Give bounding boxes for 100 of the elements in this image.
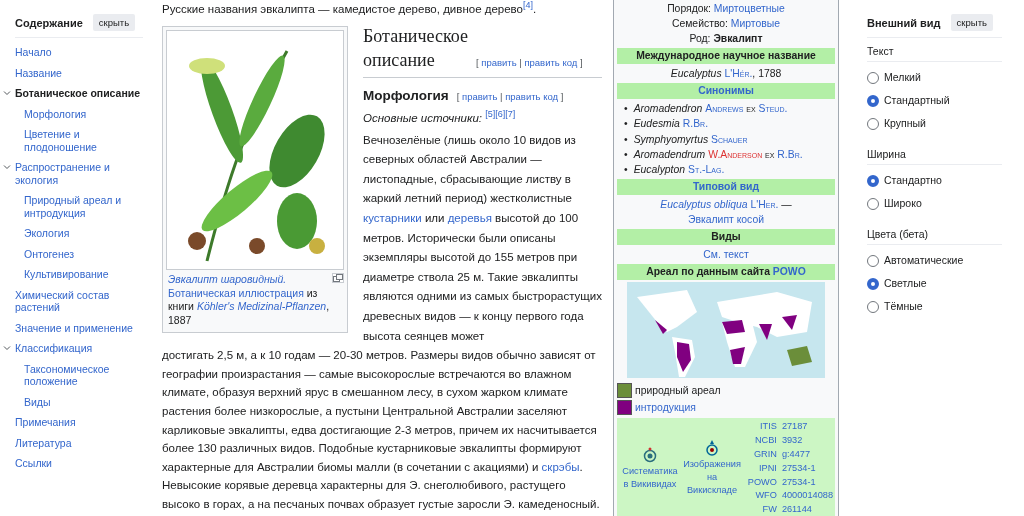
toc-item[interactable]: Онтогенез <box>24 243 143 264</box>
group-label: Текст <box>867 38 1002 62</box>
toc-item[interactable]: Литература <box>15 432 143 453</box>
option-label[interactable]: Широко <box>884 196 922 211</box>
edit-link[interactable]: править <box>462 91 498 102</box>
radio-button[interactable] <box>867 71 879 84</box>
chevron-icon[interactable] <box>3 163 11 171</box>
database-id-link[interactable]: 27534-1 <box>781 475 833 490</box>
author-link[interactable]: Steud. <box>758 103 788 114</box>
option-label[interactable]: Светлые <box>884 276 927 291</box>
chevron-icon[interactable] <box>3 89 11 97</box>
option-label[interactable]: Мелкий <box>884 70 921 85</box>
genus-name: Aromadendron <box>633 103 703 114</box>
radio-button[interactable] <box>867 117 879 130</box>
project-link[interactable]: Изображения на Викискладе <box>681 458 743 498</box>
toc-item[interactable]: Экология <box>24 223 143 244</box>
toc-item[interactable]: Культивирование <box>24 264 143 285</box>
edit-source-link[interactable]: править код <box>505 91 559 102</box>
toc-item[interactable]: Таксономическое положение <box>24 358 143 392</box>
database-link[interactable]: IPNI <box>747 461 777 476</box>
database-id-link[interactable]: g:4477 <box>781 448 833 462</box>
toc-item[interactable]: Ботаническое описание <box>15 83 143 104</box>
option-label[interactable]: Автоматические <box>884 253 964 268</box>
database-id-link[interactable]: 27534-1 <box>781 461 833 476</box>
genus-name: Aromadendrum <box>633 148 706 160</box>
see-text-link[interactable]: См. текст <box>703 249 749 261</box>
hide-button[interactable]: скрыть <box>950 14 993 31</box>
missing-author-link[interactable]: W.Anderson <box>708 148 763 160</box>
legend-label: природный ареал <box>635 384 721 399</box>
author-link[interactable]: R.Br. <box>777 148 803 160</box>
body-paragraph: достигать 2,5 м, а к 10 годам — 20-30 метров. Размеры видов обычно зависят от географии произрастания — самые высокорослые встречаются во влажном климате, образуя верхний ярус в смешанном лесу, в сухом жарком климате растения более низкорослые, а пустыни Центральной Австралии заселяют карликовые эвкалипты, едва достигающие 2-3 метров, причем их насчитывается более 130 различных видов. Подобные кустарниковые эвкалипты формируют характерные для Австралии биомы малли (в сочетании с акациями) и скрэбы. Невысокие корявые деревца характерны для Э. снеголюбивого, растущего высоко в горах, а на песчаных почвах образует густые заросли Э. камеденосный. <box>162 348 601 512</box>
radio-button[interactable] <box>867 174 879 187</box>
database-link[interactable]: FW <box>747 503 777 516</box>
species-link[interactable]: Эвкалипт косой <box>688 214 764 226</box>
toc-item[interactable]: Природный ареал и интродукция <box>24 190 143 223</box>
group-label: Ширина <box>867 141 1002 165</box>
legend-link[interactable]: интродукция <box>635 399 696 417</box>
toc-item[interactable]: Распространение и экология <box>15 157 143 190</box>
edit-source-link[interactable]: править код <box>524 57 578 68</box>
text-link[interactable]: кустарники <box>363 211 422 224</box>
toc-item[interactable]: Виды <box>24 391 143 412</box>
synonyms-header-link[interactable]: Синонимы <box>698 85 754 96</box>
rank-label: Род: <box>689 33 711 44</box>
option-label[interactable]: Стандартно <box>884 173 942 188</box>
taxon-text: — <box>781 199 792 211</box>
radio-button[interactable] <box>867 300 879 313</box>
radio-button[interactable] <box>867 94 879 107</box>
italic-link[interactable]: Эвкалипт шаровидный. <box>168 273 287 285</box>
genus-name: Symphyomyrtus <box>633 133 709 145</box>
radio-button[interactable] <box>867 254 879 267</box>
database-link[interactable]: WFO <box>747 489 777 504</box>
database-id-link[interactable]: 3932 <box>781 434 833 449</box>
database-id-link[interactable]: 27187 <box>781 420 833 435</box>
author-link[interactable]: R.Br. <box>682 118 708 130</box>
author-link[interactable]: Schauer <box>711 133 748 145</box>
database-link[interactable]: NCBI <box>747 434 777 449</box>
author-link[interactable]: Andrews <box>705 103 744 114</box>
range-header: Ареал по данным сайта <box>646 266 771 278</box>
reference-link[interactable]: [7] <box>505 109 516 121</box>
commons-icon <box>705 440 719 457</box>
text-link[interactable]: скрэбы <box>541 460 580 473</box>
database-id-link[interactable]: 4000014088 <box>781 489 833 504</box>
edit-link[interactable]: править <box>481 57 517 68</box>
enlarge-icon[interactable] <box>332 273 344 283</box>
toc-item[interactable]: Примечания <box>15 412 143 433</box>
toc-item[interactable]: Классификация <box>15 338 143 359</box>
toc-item[interactable]: Морфология <box>24 103 143 124</box>
project-link[interactable]: Систематика в Викивидах <box>619 464 681 491</box>
text-link[interactable]: Ботаническая иллюстрация <box>168 286 304 299</box>
taxon-link[interactable]: Миртоцветные <box>713 3 785 14</box>
database-id-link[interactable]: 261144 <box>781 503 833 516</box>
option-label[interactable]: Тёмные <box>884 299 923 314</box>
chevron-icon[interactable] <box>3 344 11 352</box>
toc-item[interactable]: Цветение и плодоношение <box>24 124 143 157</box>
taxon-link[interactable]: Миртовые <box>730 18 781 29</box>
database-link[interactable]: ITIS <box>747 420 777 435</box>
author-link[interactable]: L'Her. <box>750 199 779 211</box>
toc-item[interactable]: Начало <box>15 42 143 63</box>
edit-links: [ править | править код ] <box>456 91 564 102</box>
radio-button[interactable] <box>867 197 879 210</box>
rank-label: Порядок: <box>667 3 711 14</box>
author-link[interactable]: St.-Lag. <box>687 164 725 176</box>
powo-link[interactable]: POWO <box>772 266 806 278</box>
radio-button[interactable] <box>867 277 879 290</box>
toc-item[interactable]: Химический состав растений <box>15 284 143 318</box>
hide-button[interactable]: скрыть <box>92 14 136 31</box>
toc-item[interactable]: Название <box>15 62 143 83</box>
species-link[interactable]: Eucalyptus obliqua <box>660 199 748 211</box>
database-link[interactable]: POWO <box>747 475 777 490</box>
option-label[interactable]: Стандартный <box>884 93 950 108</box>
reference-link[interactable]: [4] <box>523 0 533 11</box>
database-link[interactable]: GRIN <box>747 448 777 462</box>
text-link[interactable]: деревья <box>447 211 492 224</box>
bullet: • <box>624 148 628 160</box>
toc-item[interactable]: Ссылки <box>15 453 143 474</box>
genus-name: Eucalyptus <box>670 68 722 79</box>
genus-name: Eucalypton <box>633 164 686 176</box>
toc-item[interactable]: Значение и применение <box>15 317 143 338</box>
bullet: • <box>624 164 628 176</box>
option-label[interactable]: Крупный <box>884 116 926 131</box>
